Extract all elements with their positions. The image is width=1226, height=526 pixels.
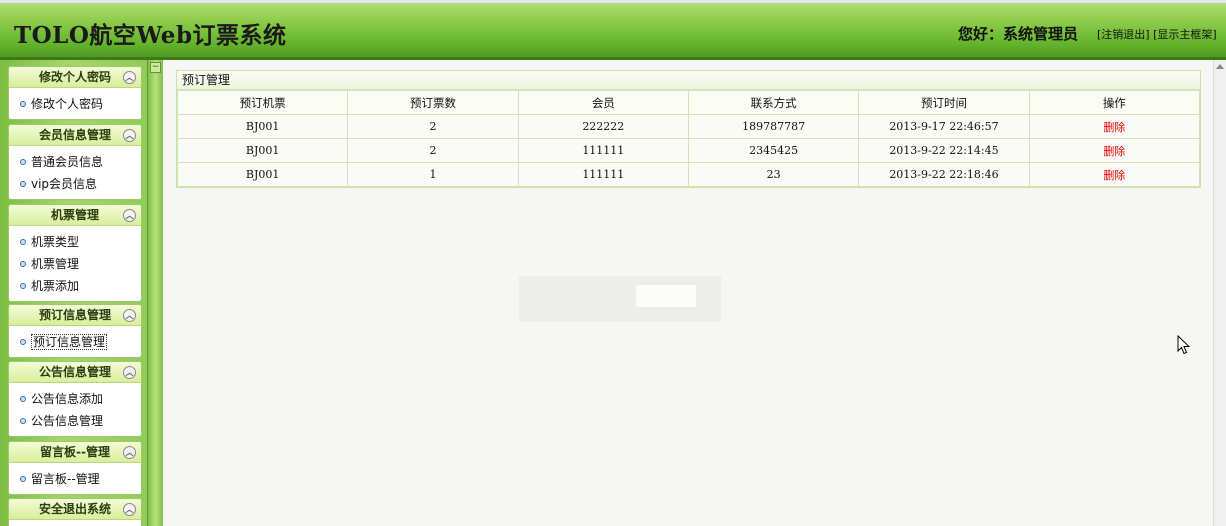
delete-link[interactable]: 删除 xyxy=(1028,162,1201,187)
sidebar-item-notice-management[interactable]: 公告信息管理 xyxy=(9,410,141,432)
panel-title: 预订管理 xyxy=(177,71,1200,90)
menu-group-header[interactable]: 留言板--管理 ︿ xyxy=(9,442,141,463)
contact-cell: 23 xyxy=(687,162,860,187)
collapse-icon[interactable]: ︿ xyxy=(123,503,136,516)
column-header: 预订机票 xyxy=(176,90,349,115)
booking-time-cell: 2013-9-22 22:14:45 xyxy=(858,138,1030,163)
sidebar-item-message-board[interactable]: 留言板--管理 xyxy=(9,468,141,490)
delete-link[interactable]: 删除 xyxy=(1028,138,1201,163)
menu-group-title: 修改个人密码 xyxy=(38,70,111,84)
collapse-icon[interactable]: ︿ xyxy=(123,309,136,322)
booking-time-cell: 2013-9-22 22:18:46 xyxy=(858,162,1030,187)
menu-group-header[interactable]: 修改个人密码 ︿ xyxy=(9,67,141,88)
member-cell: 222222 xyxy=(517,114,689,139)
table-row: BJ001 2 222222 189787787 2013-9-17 22:46… xyxy=(176,114,1201,139)
contact-cell: 189787787 xyxy=(687,114,860,139)
booking-table: 预订机票 预订票数 会员 联系方式 预订时间 操作 BJ001 2 222222… xyxy=(176,90,1201,187)
menu-group-title: 机票管理 xyxy=(50,208,99,222)
sidebar-item-booking-management[interactable]: 预订信息管理 xyxy=(9,331,141,353)
menu-group-header[interactable]: 预订信息管理 ︿ xyxy=(9,305,141,326)
ticket-cell: BJ001 xyxy=(176,138,349,163)
sidebar-item-regular-members[interactable]: 普通会员信息 xyxy=(9,151,141,173)
scroll-up-arrow-icon[interactable] xyxy=(1216,64,1224,69)
menu-group-message-board: 留言板--管理 ︿ 留言板--管理 xyxy=(8,441,142,495)
blurred-region xyxy=(636,285,696,307)
contact-cell: 2345425 xyxy=(687,138,860,163)
menu-group-members: 会员信息管理 ︿ 普通会员信息 vip会员信息 xyxy=(8,124,142,200)
app-header: TOLO航空Web订票系统 您好：系统管理员 [注销退出] [显示主框架] xyxy=(0,0,1226,60)
menu-group-tickets: 机票管理 ︿ 机票类型 机票管理 机票添加 xyxy=(8,204,142,302)
menu-group-title: 留言板--管理 xyxy=(40,445,110,459)
collapse-icon[interactable]: ︿ xyxy=(123,366,136,379)
collapse-icon[interactable]: ︿ xyxy=(123,129,136,142)
ticket-cell: BJ001 xyxy=(176,162,349,187)
collapse-sidebar-icon[interactable]: − xyxy=(150,62,161,73)
sidebar-item-change-password[interactable]: 修改个人密码 xyxy=(9,93,141,115)
sidebar-item-ticket-add[interactable]: 机票添加 xyxy=(9,275,141,297)
table-header-row: 预订机票 预订票数 会员 联系方式 预订时间 操作 xyxy=(176,90,1201,115)
booking-time-cell: 2013-9-17 22:46:57 xyxy=(858,114,1030,139)
menu-group-title: 会员信息管理 xyxy=(38,128,111,142)
ticket-cell: BJ001 xyxy=(176,114,349,139)
menu-group-title: 公告信息管理 xyxy=(38,365,111,379)
quantity-cell: 2 xyxy=(347,138,519,163)
column-header: 预订票数 xyxy=(347,90,519,115)
sidebar: 修改个人密码 ︿ 修改个人密码 会员信息管理 ︿ 普通会员信息 vip会员信息 … xyxy=(0,60,163,526)
show-main-frame-link[interactable]: [显示主框架] xyxy=(1153,28,1217,41)
quantity-cell: 1 xyxy=(347,162,519,187)
menu-group-logout: 安全退出系统 ︿ xyxy=(8,498,142,526)
column-header: 操作 xyxy=(1028,90,1201,115)
vertical-scrollbar[interactable] xyxy=(1213,60,1226,526)
mouse-cursor-icon xyxy=(1177,335,1191,355)
sidebar-item-vip-members[interactable]: vip会员信息 xyxy=(9,173,141,195)
column-header: 会员 xyxy=(517,90,689,115)
sidebar-item-ticket-types[interactable]: 机票类型 xyxy=(9,231,141,253)
column-header: 联系方式 xyxy=(687,90,860,115)
table-row: BJ001 2 111111 2345425 2013-9-22 22:14:4… xyxy=(176,138,1201,163)
menu-group-password: 修改个人密码 ︿ 修改个人密码 xyxy=(8,66,142,120)
menu-group-title: 安全退出系统 xyxy=(38,502,111,516)
menu-group-header[interactable]: 安全退出系统 ︿ xyxy=(9,499,141,520)
app-title: TOLO航空Web订票系统 xyxy=(14,22,287,49)
menu-group-header[interactable]: 会员信息管理 ︿ xyxy=(9,125,141,146)
menu-group-title: 预订信息管理 xyxy=(38,308,111,322)
menu-group-header[interactable]: 机票管理 ︿ xyxy=(9,205,141,226)
sidebar-item-ticket-management[interactable]: 机票管理 xyxy=(9,253,141,275)
member-cell: 111111 xyxy=(517,138,689,163)
menu-group-notices: 公告信息管理 ︿ 公告信息添加 公告信息管理 xyxy=(8,361,142,437)
user-greeting: 您好：系统管理员 xyxy=(958,25,1079,43)
member-cell: 111111 xyxy=(517,162,689,187)
column-header: 预订时间 xyxy=(858,90,1030,115)
collapse-icon[interactable]: ︿ xyxy=(123,209,136,222)
collapse-icon[interactable]: ︿ xyxy=(123,71,136,84)
menu-group-header[interactable]: 公告信息管理 ︿ xyxy=(9,362,141,383)
table-row: BJ001 1 111111 23 2013-9-22 22:18:46 删除 xyxy=(176,162,1201,187)
booking-panel: 预订管理 预订机票 预订票数 会员 联系方式 预订时间 操作 BJ001 2 2… xyxy=(176,70,1201,188)
logout-link[interactable]: [注销退出] xyxy=(1097,28,1150,41)
collapse-icon[interactable]: ︿ xyxy=(123,446,136,459)
sidebar-splitter[interactable]: − xyxy=(147,60,163,526)
sidebar-item-notice-add[interactable]: 公告信息添加 xyxy=(9,388,141,410)
delete-link[interactable]: 删除 xyxy=(1028,114,1201,139)
menu-group-bookings: 预订信息管理 ︿ 预订信息管理 xyxy=(8,304,142,358)
window-topline xyxy=(0,0,1226,3)
quantity-cell: 2 xyxy=(347,114,519,139)
header-links: [注销退出] [显示主框架] xyxy=(1097,26,1217,42)
